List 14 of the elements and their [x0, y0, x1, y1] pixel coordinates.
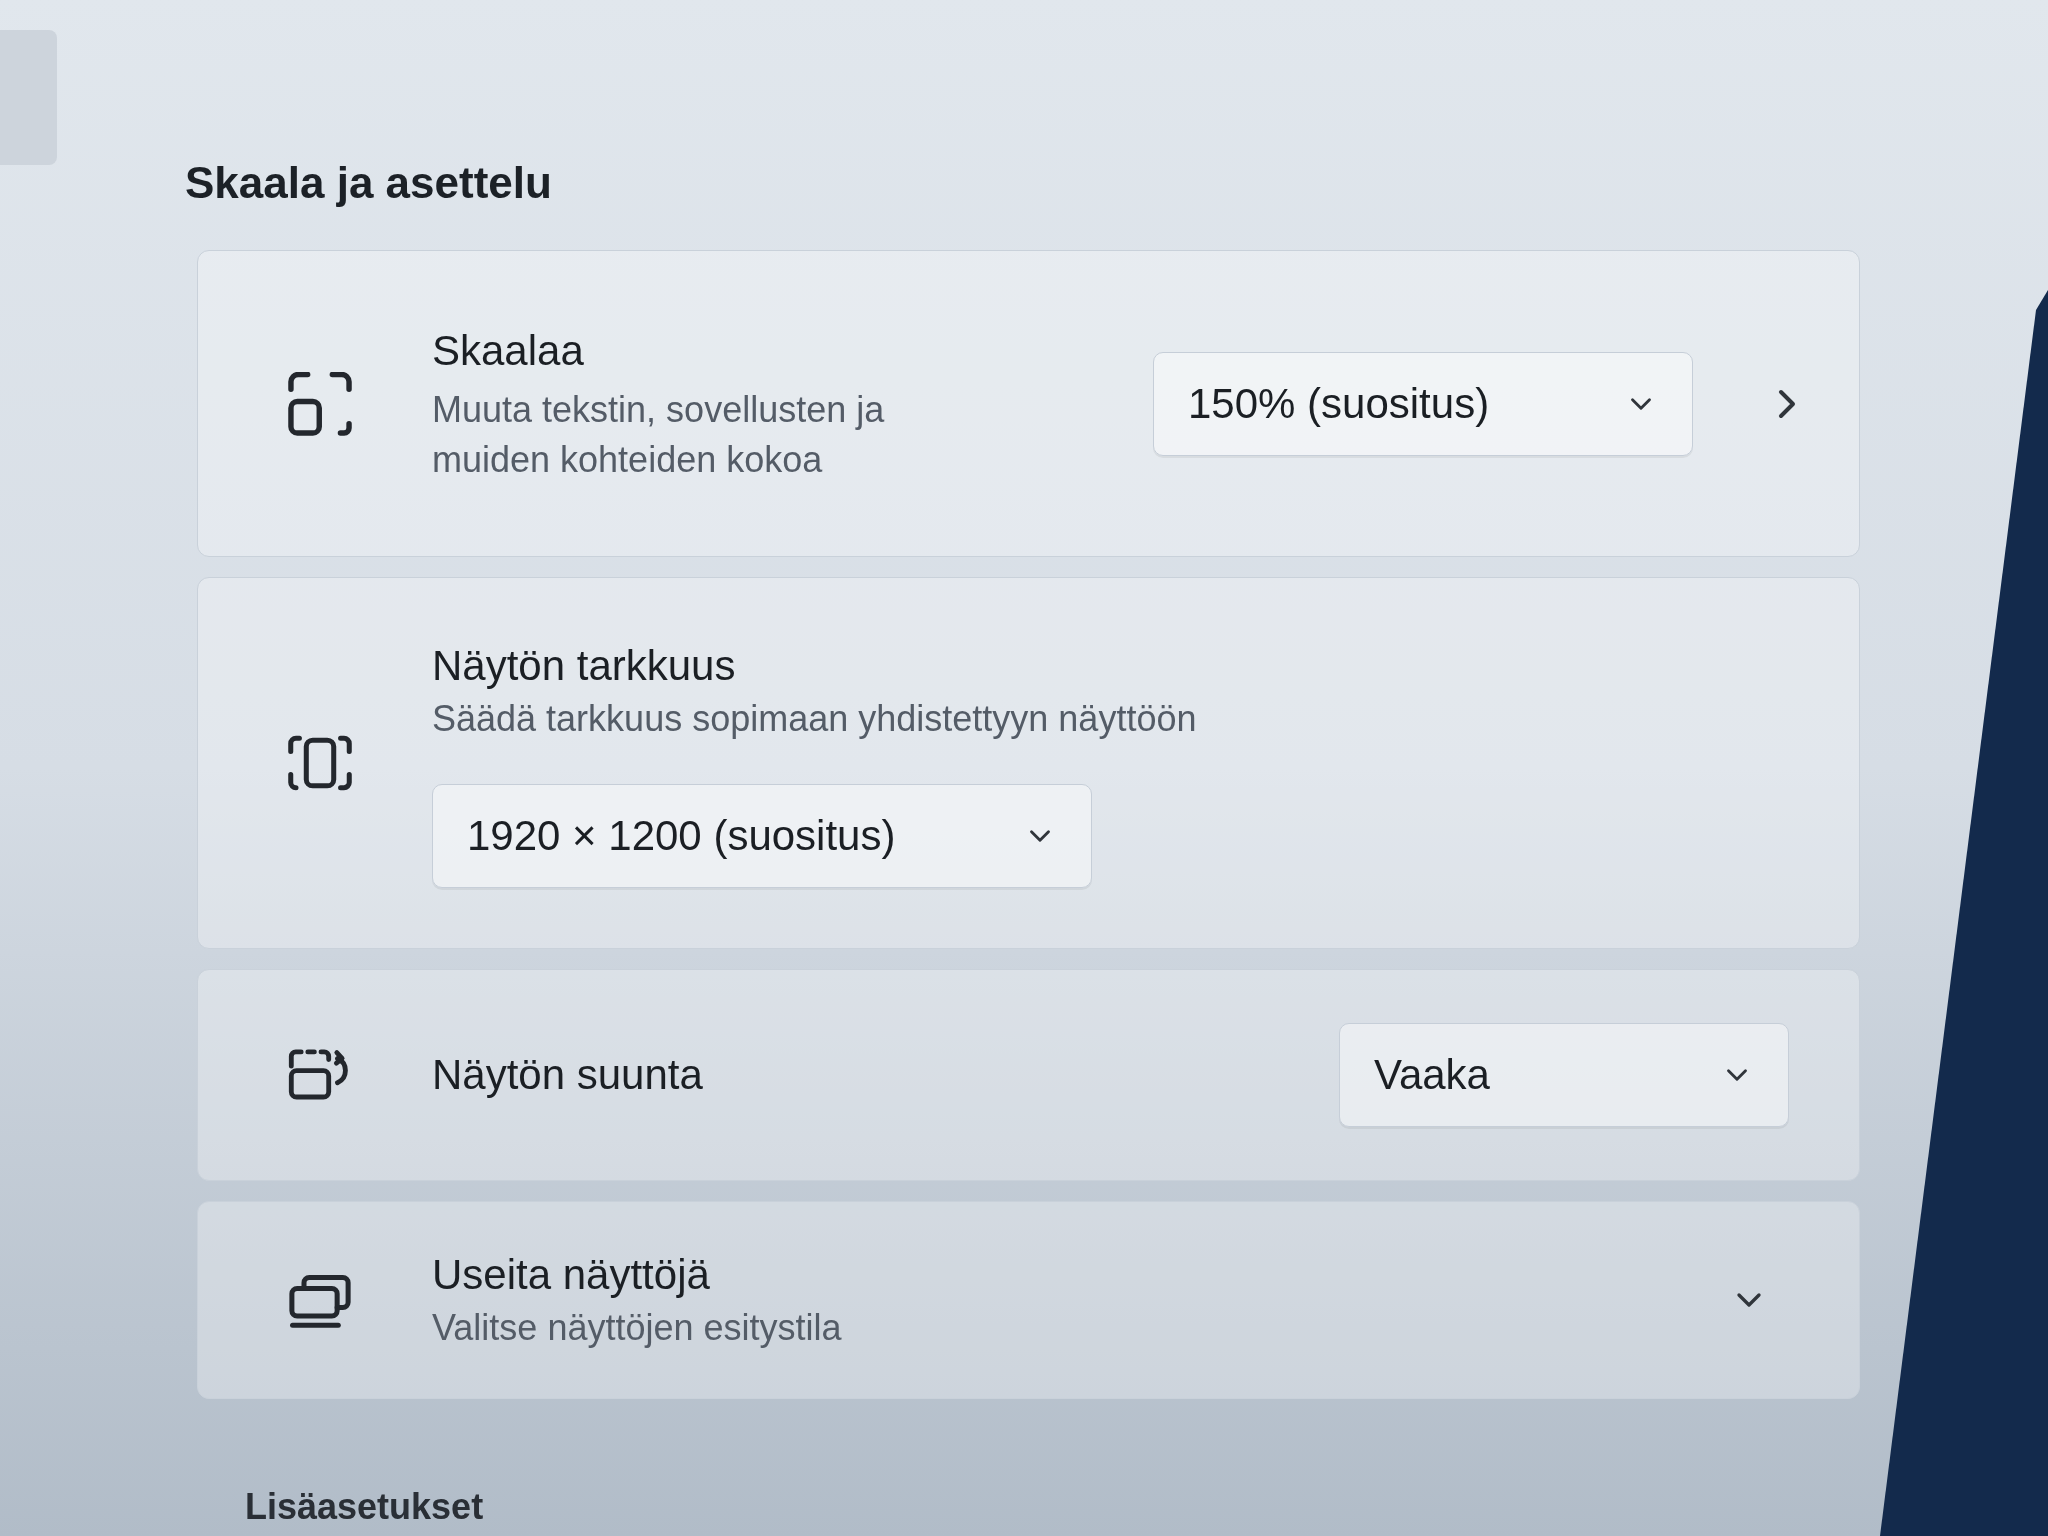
setting-description: Muuta tekstin, sovellusten ja muiden kohteiden kokoa — [432, 387, 886, 482]
dropdown[interactable]: Vaaka — [1339, 1023, 1789, 1127]
section-heading: Skaala ja asettelu — [185, 157, 552, 209]
dropdown[interactable]: 1920 × 1200 (suositus) — [432, 784, 1092, 888]
setting-title: Skaalaa — [432, 325, 584, 376]
setting-title: Näytön tarkkuus — [432, 641, 736, 691]
setting-description: Säädä tarkkuus sopimaan yhdistettyyn näyttöön — [432, 697, 1197, 741]
setting-description: Valitse näyttöjen esitystila — [432, 1306, 842, 1350]
setting-title: Useita näyttöjä — [432, 1250, 710, 1300]
scale-icon — [288, 371, 352, 436]
dropdown[interactable]: 150% (suositus) — [1153, 351, 1693, 456]
multiple-displays-icon — [288, 1272, 352, 1328]
setting-title: Näytön suunta — [432, 1050, 703, 1100]
subsection-heading: Lisäasetukset — [245, 1485, 484, 1529]
